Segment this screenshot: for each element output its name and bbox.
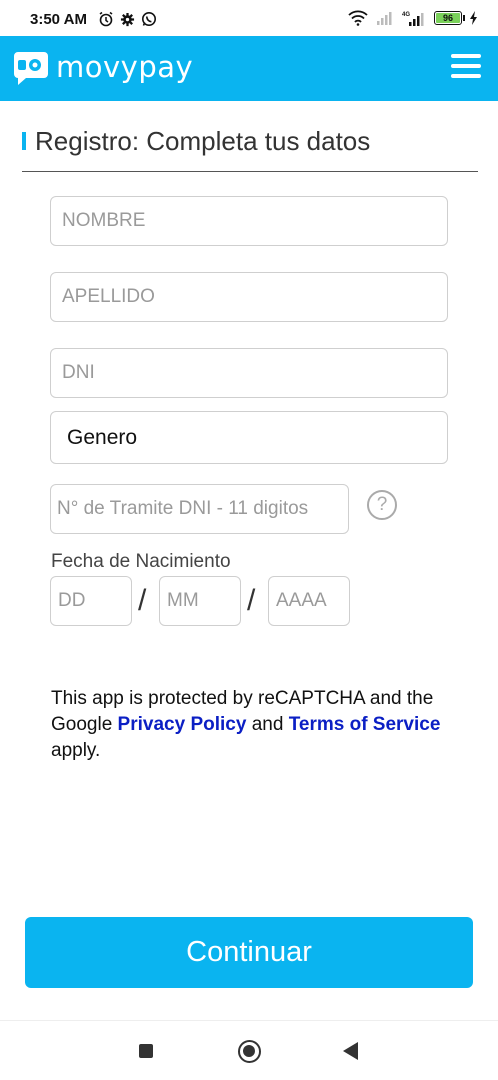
movypay-logo[interactable]: movypay	[12, 48, 193, 86]
navigation-bar	[0, 1020, 498, 1080]
whatsapp-icon	[142, 12, 156, 26]
status-bar: 3:50 AM 4G 96	[0, 0, 498, 36]
logo-icon	[14, 52, 48, 85]
wifi-icon	[348, 10, 368, 26]
apellido-input[interactable]	[50, 272, 448, 322]
back-icon[interactable]	[343, 1042, 358, 1060]
hamburger-menu-icon[interactable]	[451, 54, 481, 80]
continue-button[interactable]: Continuar	[25, 917, 473, 988]
date-separator: /	[138, 584, 147, 617]
brand-name: movypay	[56, 50, 194, 84]
recaptcha-text: and	[246, 714, 289, 735]
battery-level: 96	[436, 13, 460, 23]
app-header: movypay	[0, 36, 498, 101]
svg-text:4G: 4G	[402, 12, 410, 18]
status-system-icons: 4G 96	[348, 10, 478, 26]
settings-icon	[120, 12, 135, 26]
dob-label: Fecha de Nacimiento	[51, 551, 231, 572]
signal-icon	[377, 12, 392, 25]
terms-of-service-link[interactable]: Terms of Service	[289, 714, 441, 735]
gender-select[interactable]: Genero	[50, 411, 448, 464]
tramite-dni-input[interactable]	[50, 484, 349, 534]
dob-day-input[interactable]	[50, 576, 132, 626]
status-notification-icons	[98, 11, 157, 27]
recent-apps-icon[interactable]	[139, 1044, 153, 1058]
help-icon[interactable]: ?	[367, 490, 397, 520]
recaptcha-text: apply.	[51, 740, 101, 761]
page-title: Registro: Completa tus datos	[35, 126, 371, 156]
dni-input[interactable]	[50, 348, 448, 398]
page-title-section: Registro: Completa tus datos	[22, 126, 478, 172]
status-time: 3:50 AM	[30, 11, 87, 28]
dob-month-input[interactable]	[159, 576, 241, 626]
home-icon[interactable]	[238, 1040, 261, 1063]
recaptcha-notice: This app is protected by reCAPTCHA and t…	[51, 686, 451, 764]
nombre-input[interactable]	[50, 196, 448, 246]
4g-signal-icon: 4G	[402, 12, 424, 26]
alarm-icon	[99, 11, 113, 27]
screen: 3:50 AM 4G 96 movypay Registro: Completa…	[0, 0, 498, 1080]
date-separator: /	[247, 584, 256, 617]
battery-icon: 96	[434, 11, 465, 25]
dob-year-input[interactable]	[268, 576, 350, 626]
privacy-policy-link[interactable]: Privacy Policy	[118, 714, 247, 735]
charging-icon	[470, 11, 477, 25]
title-accent-bar	[22, 132, 26, 150]
